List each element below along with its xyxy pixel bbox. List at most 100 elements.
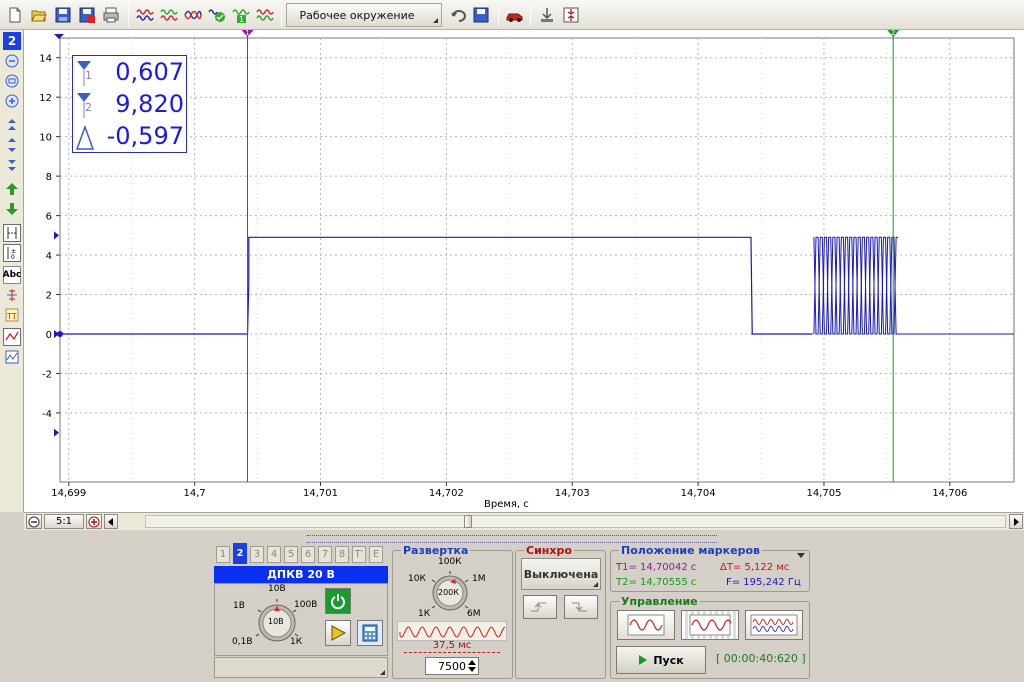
sweep-label-br: 6М — [467, 609, 481, 619]
print-icon[interactable] — [100, 4, 122, 26]
wave-icon-2[interactable] — [158, 4, 180, 26]
vertical-measure-icon[interactable] — [3, 286, 21, 304]
channel-settings: 10В 1В 100В 10В 0,1В 1К — [214, 583, 388, 656]
channel-number-label: 2 — [7, 34, 17, 48]
channel-tab-2[interactable]: 2 — [233, 543, 247, 564]
readout-row-1: 1 0,607 — [73, 57, 186, 89]
graph-view-icon[interactable] — [3, 328, 21, 346]
channel-number-badge[interactable]: 2 — [3, 32, 21, 50]
sine-wave-icon — [627, 614, 665, 636]
calculator-button[interactable] — [357, 620, 383, 646]
zoom-out-v-icon[interactable] — [3, 52, 21, 70]
falling-edge-button[interactable] — [564, 595, 598, 619]
zoom-ratio[interactable]: 5:1 — [44, 514, 84, 529]
channel-tab-7[interactable]: 7 — [318, 546, 332, 563]
scroll-left-button[interactable] — [104, 514, 118, 529]
sweep-label-tl: 10К — [408, 574, 426, 584]
split-icon[interactable] — [560, 4, 582, 26]
connect-icon[interactable] — [536, 4, 558, 26]
channel-tab-5[interactable]: 5 — [284, 546, 298, 563]
continuous-wave-button[interactable] — [681, 610, 739, 640]
zoom-in-v-icon[interactable] — [3, 92, 21, 110]
scale-mid-icon[interactable] — [3, 136, 21, 154]
scroll-track[interactable] — [145, 515, 1006, 528]
scale-down-icon[interactable] — [3, 156, 21, 174]
single-wave-button[interactable] — [617, 610, 675, 640]
sweep-wave-icon — [399, 626, 506, 638]
new-file-icon[interactable] — [4, 4, 26, 26]
y-tick-label: 14 — [39, 54, 52, 65]
play-mode-button[interactable] — [325, 620, 351, 646]
x-tick-label: 14,701 — [303, 488, 338, 499]
workspace-dropdown[interactable]: Рабочее окружение — [286, 3, 442, 27]
wave-1-icon[interactable]: 1 — [230, 4, 252, 26]
knob-label-top: 10В — [268, 584, 286, 594]
save-workspace-icon[interactable] — [470, 4, 492, 26]
arrow-right-icon — [1014, 517, 1019, 526]
wave-check-icon[interactable] — [206, 4, 228, 26]
sync-mode-dropdown[interactable]: Выключена — [521, 558, 601, 590]
move-up-icon[interactable] — [3, 180, 21, 198]
text-tool-button[interactable]: Abc — [3, 266, 21, 284]
resize-grip-icon — [380, 670, 385, 675]
marker-1-label: 1 — [245, 30, 249, 37]
start-button[interactable]: Пуск — [616, 646, 706, 674]
channel-tab-8[interactable]: 8 — [335, 546, 349, 563]
y-tick-label: 10 — [39, 133, 52, 144]
wave-icon-3[interactable] — [182, 4, 204, 26]
elapsed-timer: [ 00:00:40:620 ] — [716, 652, 806, 665]
record-wave-icon — [750, 614, 798, 636]
cursor-tool-icon[interactable] — [3, 224, 21, 242]
zoom-in-h-icon — [88, 516, 100, 527]
car-icon[interactable] — [504, 4, 526, 26]
channel-tab-9[interactable]: T' — [352, 546, 366, 563]
knob-label-center: 10В — [268, 617, 284, 626]
sync-mode-value: Выключена — [523, 567, 599, 581]
panel-splitter[interactable] — [307, 535, 717, 543]
markers-menu-icon[interactable] — [797, 553, 805, 558]
channel-tab-6[interactable]: 6 — [301, 546, 315, 563]
control-title: Управление — [619, 595, 700, 608]
readout-value-2: 9,820 — [115, 90, 184, 118]
zoom-out-h-button[interactable] — [26, 514, 42, 529]
scale-up-icon[interactable] — [3, 116, 21, 134]
sweep-label-tr: 1М — [472, 574, 486, 584]
x-tick-label: 14,703 — [555, 488, 590, 499]
channel-tab-1[interactable]: 1 — [216, 546, 230, 563]
save-red-icon[interactable] — [76, 4, 98, 26]
scroll-thumb[interactable] — [464, 515, 472, 528]
marker-freq-text: F= 195,242 Гц — [726, 577, 801, 588]
readout-sub-2: 2 — [85, 101, 92, 114]
graph-alt-icon[interactable] — [3, 348, 21, 366]
record-wave-button[interactable] — [745, 610, 803, 640]
text-tool-label: Abc — [2, 270, 22, 280]
zoom-reset-v-icon[interactable] — [3, 72, 21, 90]
move-down-icon[interactable] — [3, 200, 21, 218]
rising-edge-button[interactable] — [523, 595, 557, 619]
marker-dt-text: ΔT= 5,122 мс — [720, 562, 790, 573]
save-icon[interactable] — [52, 4, 74, 26]
scroll-right-button[interactable] — [1009, 514, 1023, 529]
y-tick-label: 8 — [46, 172, 52, 183]
wave-ok-icon[interactable] — [254, 4, 276, 26]
knob-label-bottom-left: 0,1В — [232, 637, 253, 647]
channel-tab-10[interactable]: E — [369, 546, 383, 563]
marker-2-label: 2 — [891, 30, 895, 37]
x-tick-label: 14,706 — [932, 488, 967, 499]
measure-tool-icon[interactable]: ±0 — [3, 244, 21, 262]
y-tick-label: 4 — [46, 251, 52, 262]
undo-icon[interactable] — [448, 4, 470, 26]
open-folder-icon[interactable] — [28, 4, 50, 26]
channel-tab-4[interactable]: 4 — [267, 546, 281, 563]
zoom-in-h-button[interactable] — [86, 514, 102, 529]
time-measure-icon[interactable]: TT — [3, 306, 21, 324]
y-tick-label: -2 — [42, 369, 52, 380]
channel-tab-3[interactable]: 3 — [250, 546, 264, 563]
readout-row-2: 2 9,820 — [73, 89, 186, 121]
power-button[interactable] — [325, 588, 351, 614]
spinner-arrows-icon[interactable] — [468, 660, 476, 672]
points-spinner[interactable]: 7500 — [425, 657, 479, 675]
y-tick-label: 0 — [46, 330, 52, 341]
wave-icon-1[interactable] — [134, 4, 156, 26]
sync-title: Синхро — [524, 544, 574, 557]
